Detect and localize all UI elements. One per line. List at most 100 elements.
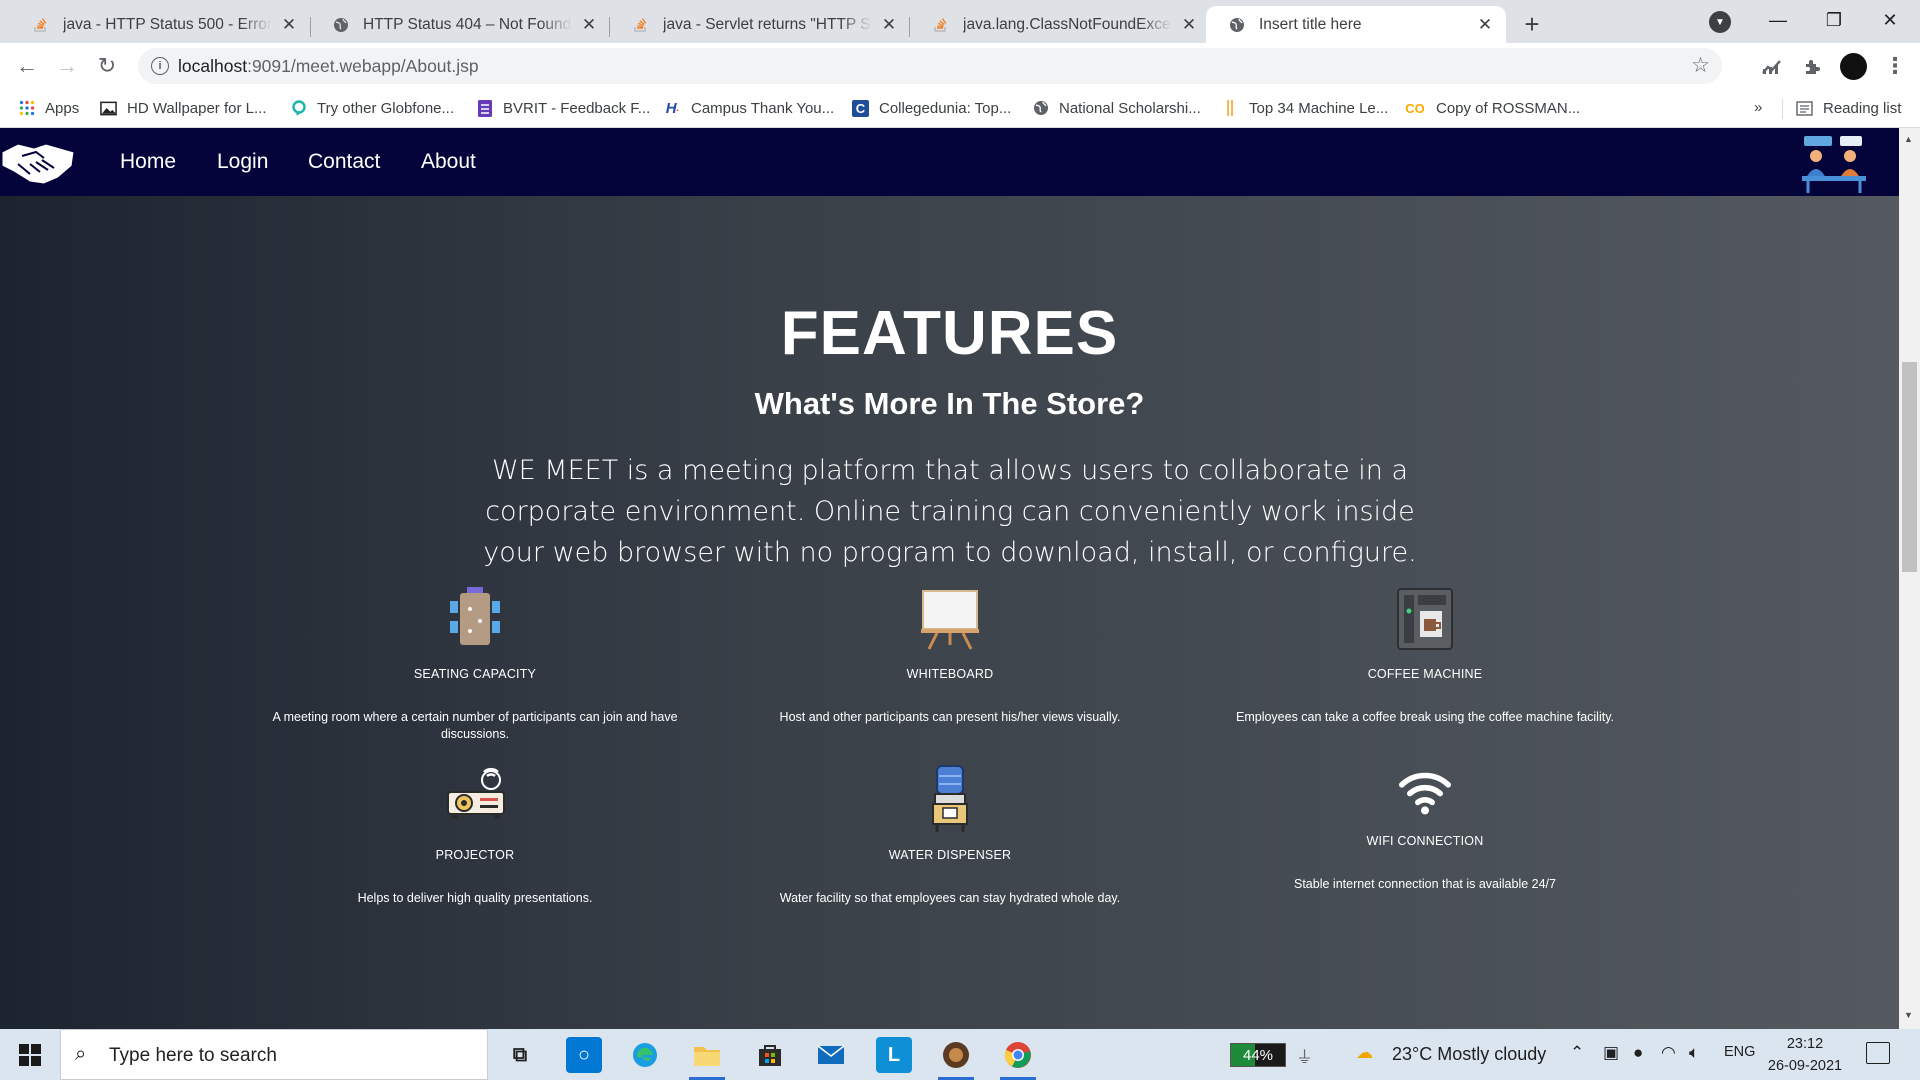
profile-avatar[interactable] [1840,53,1867,80]
bookmark-machine-learning[interactable]: Top 34 Machine Le... [1222,95,1388,121]
minimize-button[interactable]: — [1750,0,1806,40]
globe-icon [1228,16,1245,33]
handshake-logo-icon[interactable] [0,134,76,190]
browser-tab-4[interactable]: java.lang.ClassNotFoundExceptio ✕ [910,6,1210,43]
windows-start-icon[interactable] [0,1029,60,1080]
browser-tab-active[interactable]: Insert title here ✕ [1206,6,1506,43]
taskbar-search-box[interactable]: ⌕ Type here to search [60,1029,488,1080]
site-navbar: Home Login Contact About [0,128,1899,196]
close-window-button[interactable]: ✕ [1862,0,1918,40]
browser-tab-2[interactable]: HTTP Status 404 – Not Found ✕ [310,6,610,43]
scroll-down-arrow-icon[interactable]: ▼ [1904,1010,1913,1020]
forms-icon [476,99,493,117]
reading-list-label: Reading list [1823,99,1902,117]
l-app-icon[interactable]: L [876,1037,912,1073]
search-icon: ⌕ [75,1043,87,1065]
bookmark-label: Collegedunia: Top... [879,99,1012,117]
browser-tab-1[interactable]: java - HTTP Status 500 - Error ins ✕ [10,6,310,43]
mail-icon[interactable] [813,1037,849,1073]
page-scrollbar[interactable]: ▲ ▼ [1899,128,1920,1029]
battery-indicator[interactable]: 44% [1230,1043,1286,1067]
globfone-icon [290,100,307,117]
feature-title: WHITEBOARD [906,667,994,681]
clock-time: 23:12 [1786,1036,1824,1052]
feature-title: SEATING CAPACITY [413,667,537,681]
device-icon[interactable]: ▣ [1603,1043,1619,1063]
file-explorer-icon[interactable] [689,1037,725,1073]
bookmark-label: National Scholarshi... [1059,99,1201,117]
feature-description: A meeting room where a certain number of… [272,710,678,741]
search-placeholder: Type here to search [109,1045,277,1066]
features-description: WE MEET is a meeting platform that allow… [483,455,1417,568]
url-text[interactable]: localhost:9091/meet.webapp/About.jsp [178,56,479,77]
browser-toolbar: ← → ↻ i localhost:9091/meet.webapp/About… [0,43,1920,88]
reload-button[interactable]: ↻ [92,51,122,81]
extensions-icon[interactable] [1800,55,1824,79]
bookmark-globfone[interactable]: Try other Globfone... [290,95,454,121]
show-hidden-icons-chevron-icon[interactable]: ⌃ [1570,1043,1584,1063]
feature-description: Employees can take a coffee break using … [1236,710,1614,724]
bookmark-hd-wallpaper[interactable]: HD Wallpaper for L... [100,95,267,121]
windows-taskbar: ⌕ Type here to search ⧉ ○ L 44% ⏚ ☁ 23°C… [0,1029,1920,1080]
close-tab-icon[interactable]: ✕ [1180,15,1198,34]
bookmark-star-icon[interactable]: ☆ [1691,53,1710,78]
microphone-icon[interactable]: ● [1633,1043,1643,1063]
cortana-icon[interactable]: ○ [566,1037,602,1073]
new-tab-button[interactable]: + [1516,8,1548,40]
scrollbar-thumb[interactable] [1902,362,1917,572]
weather-text[interactable]: 23°C Mostly cloudy [1392,1044,1546,1065]
tab-strip: java - HTTP Status 500 - Error ins ✕ HTT… [0,0,1920,43]
network-icon[interactable]: ◠ [1661,1043,1676,1063]
scroll-up-arrow-icon[interactable]: ▲ [1904,134,1913,144]
close-tab-icon[interactable]: ✕ [880,15,898,34]
notification-center-icon[interactable] [1866,1042,1890,1064]
bookmark-icon [1222,100,1239,117]
nav-about-link[interactable]: About [421,150,476,174]
tab-title: Insert title here [1259,15,1362,33]
edge-icon[interactable] [627,1037,663,1073]
bookmark-apps[interactable]: Apps [18,95,79,121]
close-tab-icon[interactable]: ✕ [580,15,598,34]
bookmark-label: Copy of ROSSMAN... [1436,99,1581,117]
taskbar-clock[interactable]: 23:12 26-09-2021 [1745,1033,1865,1077]
stackoverflow-icon [32,16,49,33]
store-icon[interactable] [752,1037,788,1073]
nav-login-link[interactable]: Login [217,150,268,174]
restore-button[interactable]: ❐ [1806,0,1862,40]
tab-search-icon[interactable]: ▼ [1709,11,1731,33]
feature-title: PROJECTOR [435,848,515,862]
apps-grid-icon [18,100,35,117]
forward-button[interactable]: → [52,51,82,81]
coffee-machine-icon [1397,588,1453,650]
page-viewport: Home Login Contact About FEATURES What's… [0,128,1920,1029]
coffee-app-icon[interactable] [938,1037,974,1073]
tab-title: java.lang.ClassNotFoundExceptio [963,15,1172,33]
seating-icon [450,587,500,645]
nav-contact-link[interactable]: Contact [308,150,380,174]
water-dispenser-icon [932,765,968,832]
reading-list-button[interactable]: Reading list [1796,95,1901,121]
site-info-icon[interactable]: i [151,57,169,75]
weather-cloud-icon[interactable]: ☁ [1356,1043,1373,1063]
bookmark-bvrit[interactable]: BVRIT - Feedback F... [476,95,650,121]
feature-card: WATER DISPENSER Water facility so that e… [730,764,1170,907]
close-tab-icon[interactable]: ✕ [280,15,298,34]
colab-icon: CO [1405,100,1425,116]
bookmark-collegedunia[interactable]: C Collegedunia: Top... [852,95,1011,121]
chrome-menu-icon[interactable]: ⋮ [1884,53,1906,79]
browser-tab-3[interactable]: java - Servlet returns "HTTP Statu ✕ [610,6,910,43]
performance-icon[interactable] [1760,55,1784,79]
bookmark-scholarship[interactable]: National Scholarshi... [1032,95,1201,121]
volume-icon[interactable]: 🔈︎ [1689,1043,1699,1063]
task-view-icon[interactable]: ⧉ [502,1037,538,1073]
bookmark-label: BVRIT - Feedback F... [503,99,651,117]
more-bookmarks-button[interactable]: » [1754,99,1762,116]
address-bar[interactable]: i localhost:9091/meet.webapp/About.jsp ☆ [138,48,1722,84]
bookmark-rossman[interactable]: CO Copy of ROSSMAN... [1404,95,1580,121]
nav-home-link[interactable]: Home [120,150,176,174]
hackerrank-icon: H. [665,99,680,117]
close-tab-icon[interactable]: ✕ [1476,15,1494,34]
chrome-icon[interactable] [1000,1037,1036,1073]
back-button[interactable]: ← [12,51,42,81]
bookmark-campus[interactable]: H. Campus Thank You... [664,95,834,121]
